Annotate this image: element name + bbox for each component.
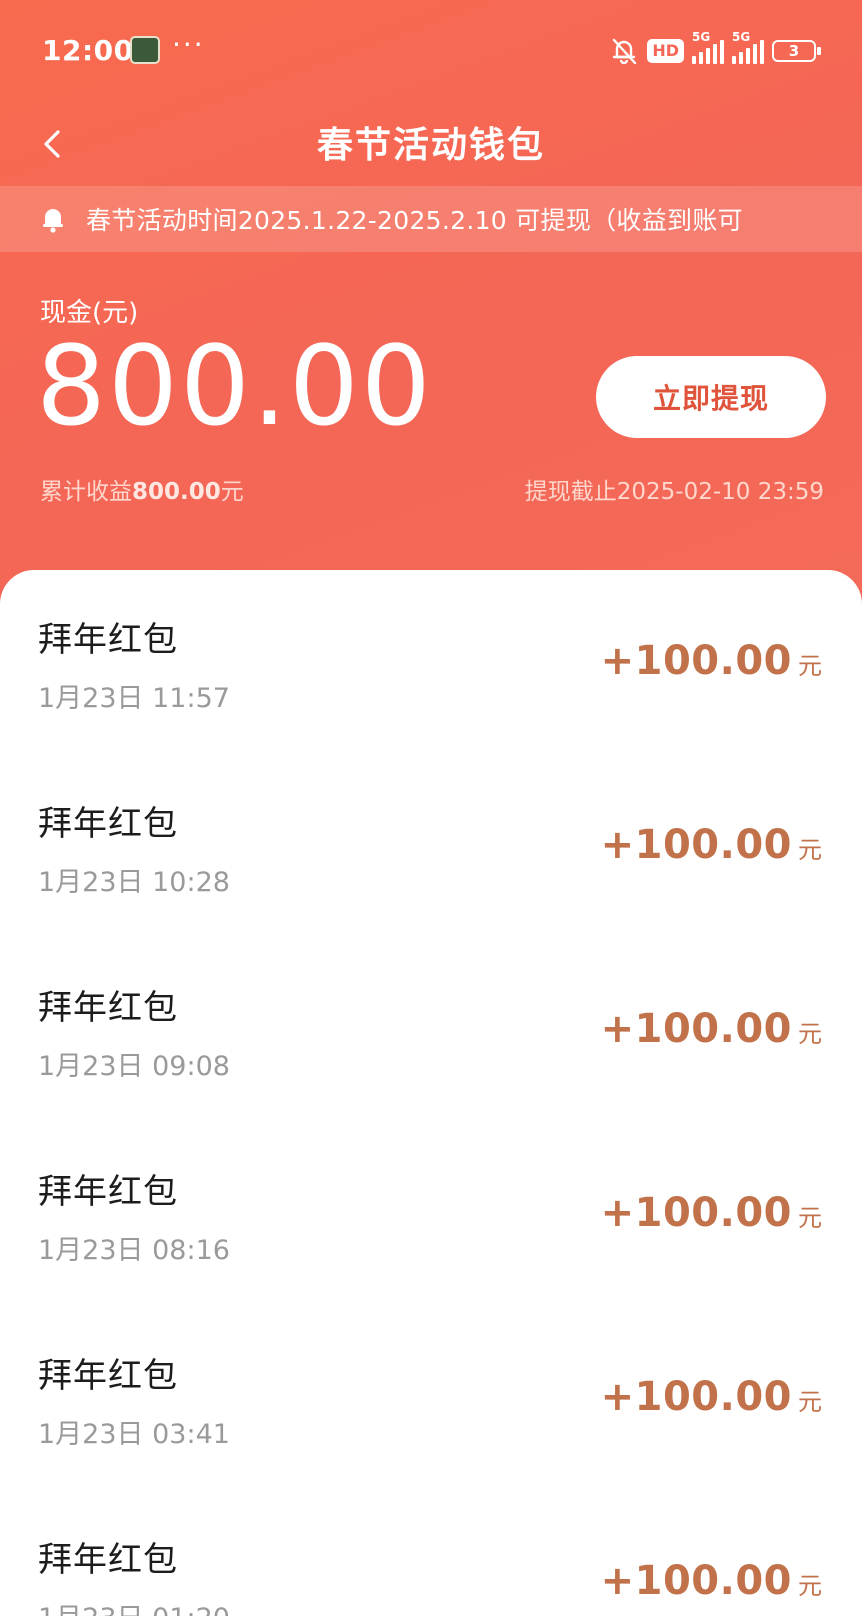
more-notifications-icon: ··· <box>172 28 205 61</box>
list-item[interactable]: 拜年红包 1月23日 11:57 +100.00 元 <box>0 570 862 754</box>
app-icon <box>130 36 160 64</box>
item-title: 拜年红包 <box>38 620 178 660</box>
cash-amount: 800.00 <box>36 322 433 450</box>
item-amount: +100.00 元 <box>600 1190 822 1236</box>
item-time: 1月23日 11:57 <box>38 683 230 714</box>
withdraw-button[interactable]: 立即提现 <box>596 356 826 438</box>
list-item[interactable]: 拜年红包 1月23日 08:16 +100.00 元 <box>0 1122 862 1306</box>
item-time: 1月23日 03:41 <box>38 1419 230 1450</box>
item-amount: +100.00 元 <box>600 1006 822 1052</box>
item-amount: +100.00 元 <box>600 1374 822 1420</box>
battery-icon: 3 <box>772 40 821 62</box>
list-item[interactable]: 拜年红包 1月23日 03:41 +100.00 元 <box>0 1306 862 1490</box>
notice-text: 春节活动时间2025.1.22-2025.2.10 可提现（收益到账可 <box>86 206 743 235</box>
item-time: 1月23日 10:28 <box>38 867 230 898</box>
item-title: 拜年红包 <box>38 1540 178 1580</box>
item-title: 拜年红包 <box>38 804 178 844</box>
item-amount: +100.00 元 <box>600 638 822 684</box>
list-item[interactable]: 拜年红包 1月23日 09:08 +100.00 元 <box>0 938 862 1122</box>
item-time: 1月23日 01:20 <box>38 1596 230 1616</box>
item-title: 拜年红包 <box>38 988 178 1028</box>
list-item[interactable]: 拜年红包 1月23日 10:28 +100.00 元 <box>0 754 862 938</box>
status-time: 12:00 <box>42 34 134 67</box>
transaction-list: 拜年红包 1月23日 11:57 +100.00 元 拜年红包 1月23日 10:… <box>0 570 862 1616</box>
bell-icon <box>38 204 68 234</box>
item-time: 1月23日 09:08 <box>38 1051 230 1082</box>
item-amount: +100.00 元 <box>600 1558 822 1604</box>
status-bar: 12:00 ··· HD 5G 5G 3 <box>0 0 862 100</box>
item-title: 拜年红包 <box>38 1172 178 1212</box>
signal-icon-2: 5G <box>732 30 764 64</box>
withdraw-deadline: 提现截止2025-02-10 23:59 <box>524 479 824 505</box>
hd-voice-badge: HD <box>647 39 684 63</box>
signal-icon: 5G <box>692 30 724 64</box>
status-indicators: HD 5G 5G 3 <box>609 30 821 68</box>
item-time: 1月23日 08:16 <box>38 1235 230 1266</box>
wallet-screen: 12:00 ··· HD 5G 5G 3 春节活动钱包 春节活动时间2025.1… <box>0 0 862 1616</box>
list-item[interactable]: 拜年红包 1月23日 01:20 +100.00元 <box>0 1490 862 1616</box>
page-title: 春节活动钱包 <box>316 125 545 166</box>
notice-bar: 春节活动时间2025.1.22-2025.2.10 可提现（收益到账可 <box>0 186 862 252</box>
item-title: 拜年红包 <box>38 1356 178 1396</box>
nav-bar: 春节活动钱包 <box>0 100 862 190</box>
item-amount: +100.00 元 <box>600 822 822 868</box>
bell-off-icon <box>609 36 639 66</box>
total-earnings: 累计收益800.00元 <box>40 479 244 505</box>
